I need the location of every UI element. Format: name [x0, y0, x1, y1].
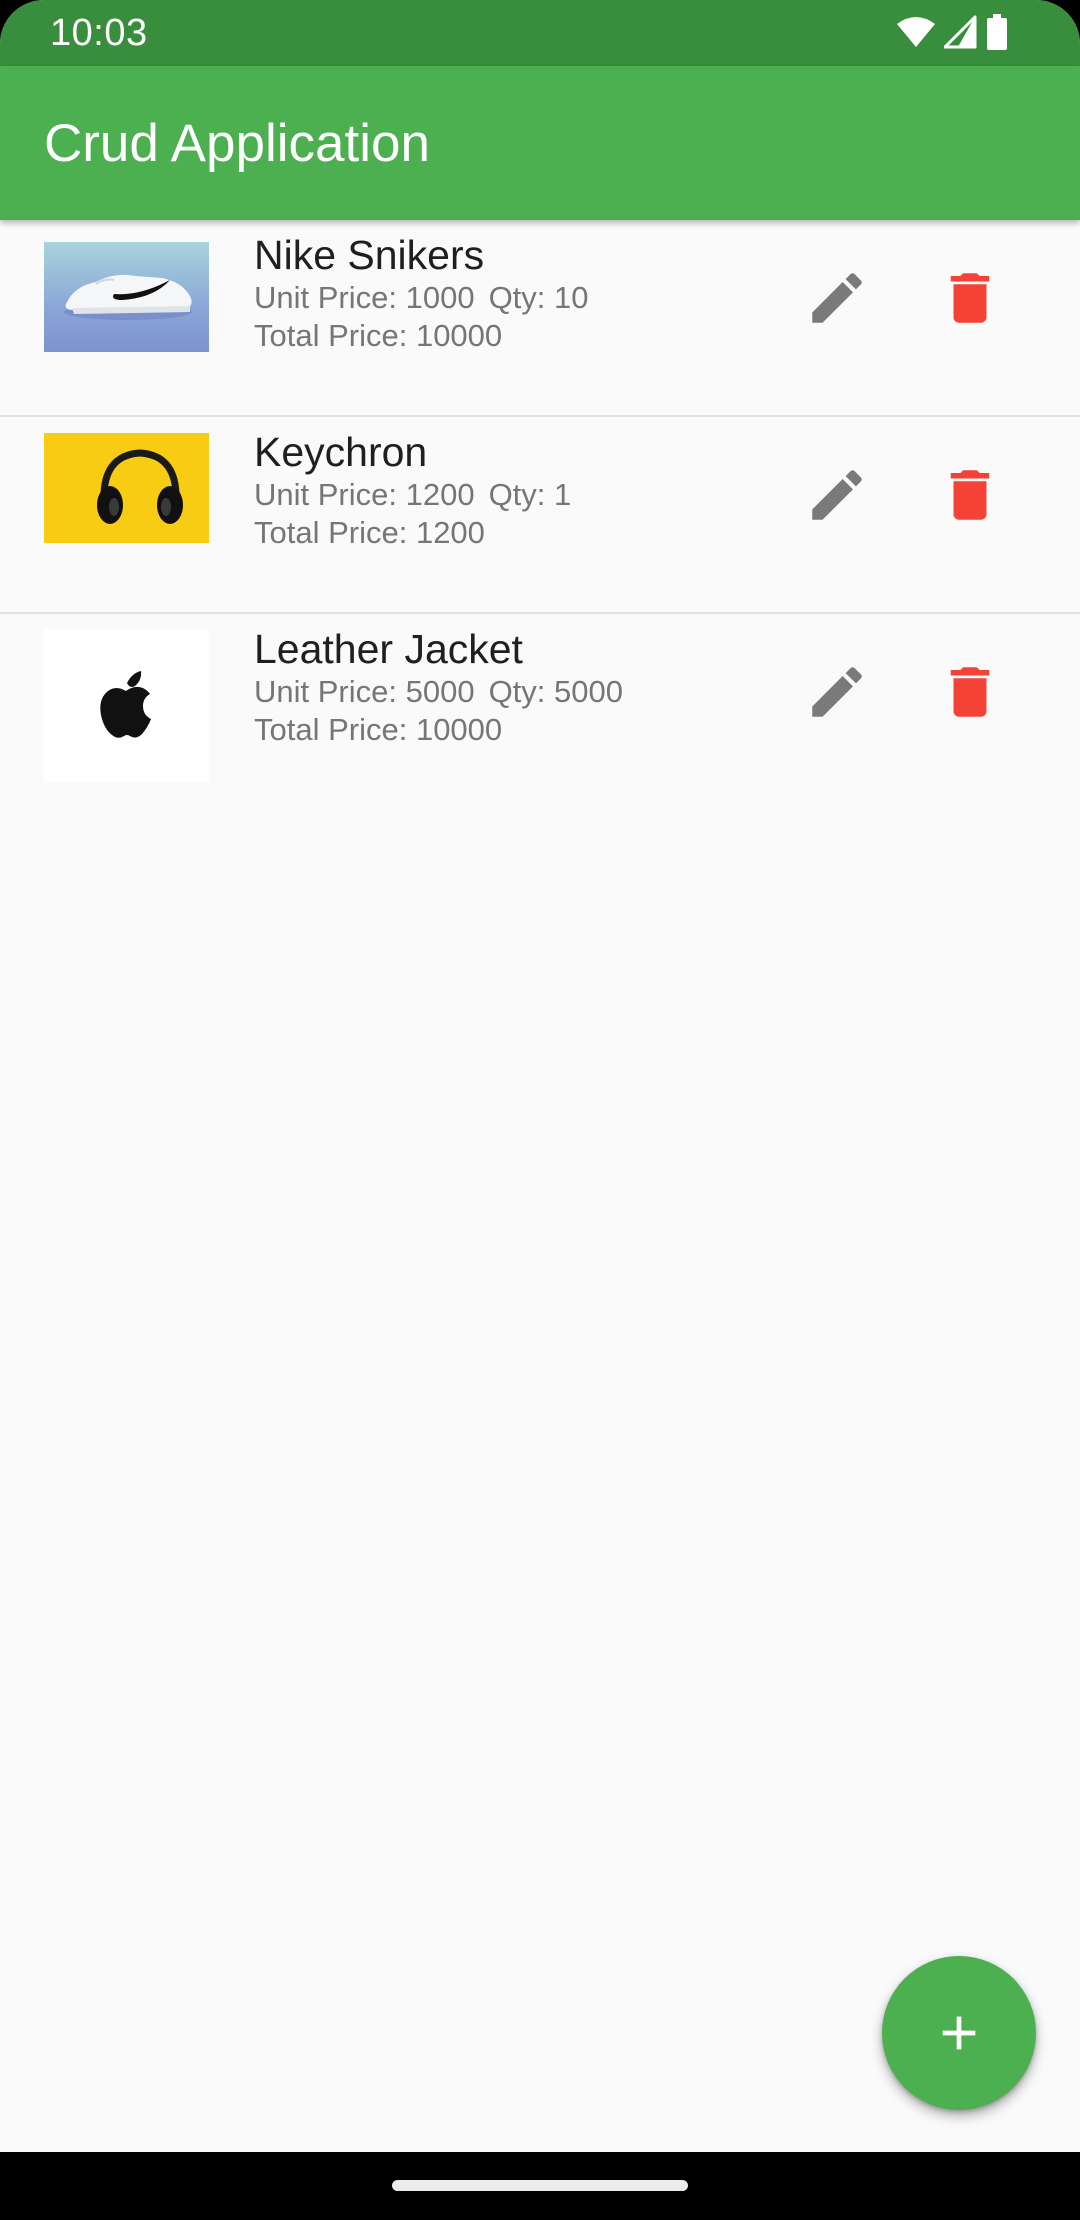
product-details: Leather Jacket Unit Price: 5000 Qty: 5000…	[254, 625, 623, 749]
pencil-icon	[812, 273, 862, 323]
add-product-button[interactable]	[882, 1956, 1036, 2110]
trash-icon	[950, 470, 990, 520]
unit-price: Unit Price: 1200	[254, 477, 475, 512]
trash-icon	[950, 667, 990, 717]
delete-button[interactable]	[937, 265, 1003, 331]
edit-button[interactable]	[804, 659, 870, 725]
unit-price: Unit Price: 5000	[254, 674, 475, 709]
pencil-icon	[812, 667, 862, 717]
quantity: Qty: 1	[488, 477, 572, 512]
home-gesture-handle[interactable]	[392, 2180, 688, 2191]
product-list: Nike Snikers Unit Price: 1000 Qty: 10 Tot…	[0, 220, 1080, 809]
app-title: Crud Application	[44, 114, 430, 173]
product-details: Nike Snikers Unit Price: 1000 Qty: 10 Tot…	[254, 231, 589, 355]
delete-button[interactable]	[937, 659, 1003, 725]
product-image-headphones	[44, 433, 209, 543]
delete-button[interactable]	[937, 462, 1003, 528]
quantity: Qty: 10	[488, 280, 589, 315]
total-price: Total Price: 1200	[254, 515, 485, 550]
product-list-item: Nike Snikers Unit Price: 1000 Qty: 10 Tot…	[0, 220, 1080, 417]
pencil-icon	[812, 470, 862, 520]
app-bar: Crud Application	[0, 66, 1080, 220]
product-list-item: Keychron Unit Price: 1200 Qty: 1 Total Pr…	[0, 417, 1080, 614]
total-price: Total Price: 10000	[254, 318, 503, 353]
trash-icon	[950, 273, 990, 323]
product-image-apple-logo	[44, 629, 209, 782]
product-details: Keychron Unit Price: 1200 Qty: 1 Total Pr…	[254, 428, 571, 552]
product-price-qty: Unit Price: 5000 Qty: 5000	[254, 673, 623, 711]
status-icons	[896, 14, 1008, 50]
edit-button[interactable]	[804, 462, 870, 528]
product-price-qty: Unit Price: 1200 Qty: 1	[254, 476, 571, 514]
product-name: Nike Snikers	[254, 232, 485, 278]
product-list-item: Leather Jacket Unit Price: 5000 Qty: 5000…	[0, 614, 1080, 809]
cellular-signal-icon	[944, 15, 977, 49]
edit-button[interactable]	[804, 265, 870, 331]
product-price-qty: Unit Price: 1000 Qty: 10	[254, 279, 589, 317]
status-bar: 10:03	[0, 0, 1080, 66]
quantity: Qty: 5000	[488, 674, 623, 709]
battery-icon	[987, 14, 1007, 50]
unit-price: Unit Price: 1000	[254, 280, 475, 315]
plus-icon	[942, 2016, 976, 2050]
product-image-sneaker	[44, 242, 209, 352]
status-time: 10:03	[50, 12, 148, 54]
product-name: Keychron	[254, 429, 428, 475]
app-screen: 10:03 Crud Application Nike Snikers Unit…	[0, 0, 1080, 2220]
navigation-bar	[0, 2152, 1080, 2220]
wifi-icon	[897, 17, 935, 47]
total-price: Total Price: 10000	[254, 712, 503, 747]
product-name: Leather Jacket	[254, 626, 523, 672]
